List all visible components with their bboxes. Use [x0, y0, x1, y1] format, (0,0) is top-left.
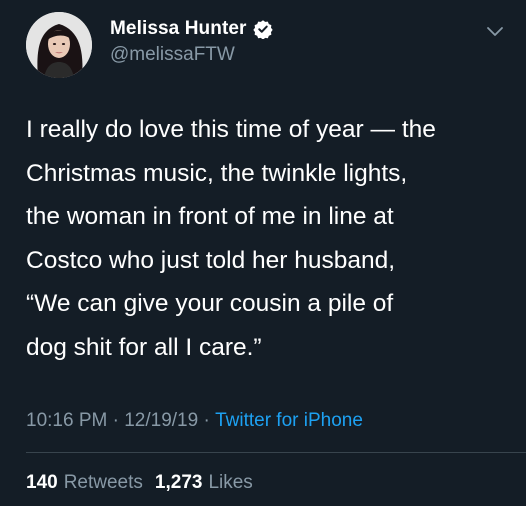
likes-count: 1,273 — [154, 472, 203, 493]
meta-separator: · — [107, 410, 125, 431]
retweets-count: 140 — [26, 472, 58, 493]
display-name[interactable]: Melissa Hunter — [110, 18, 247, 40]
tweet-stats: 140 Retweets 1,273 Likes — [26, 472, 253, 494]
tweet-date[interactable]: 12/19/19 — [124, 410, 198, 432]
retweets-stat[interactable]: 140 Retweets — [26, 472, 143, 494]
tweet-source-link[interactable]: Twitter for iPhone — [215, 410, 363, 432]
author-handle[interactable]: @melissaFTW — [110, 44, 235, 66]
profile-photo-icon — [26, 12, 92, 78]
tweet-time[interactable]: 10:16 PM — [26, 410, 107, 432]
tweet-text: I really do love this time of year — the… — [26, 116, 436, 361]
tweet-card: Melissa Hunter @melissaFTW I really do l… — [0, 0, 526, 506]
meta-separator: · — [198, 410, 216, 431]
retweets-label: Retweets — [63, 472, 143, 493]
tweet-meta: 10:16 PM · 12/19/19 · Twitter for iPhone — [26, 410, 363, 432]
verified-badge-icon — [252, 19, 273, 40]
chevron-down-icon[interactable] — [486, 25, 504, 37]
likes-label: Likes — [208, 472, 253, 493]
avatar[interactable] — [26, 12, 92, 78]
likes-stat[interactable]: 1,273 Likes — [155, 472, 253, 494]
divider — [26, 452, 526, 453]
author-name-row: Melissa Hunter — [110, 18, 273, 40]
